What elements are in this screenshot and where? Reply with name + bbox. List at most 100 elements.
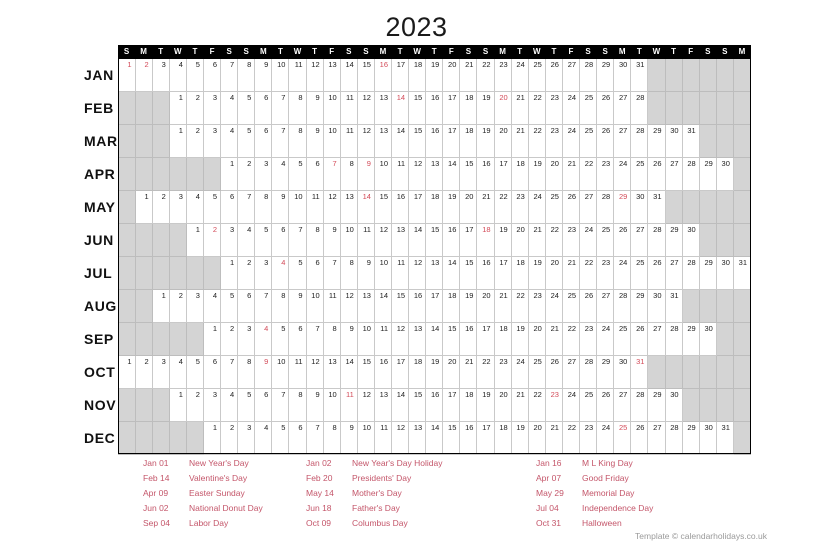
day-cell-feb-10[interactable]: 10 bbox=[322, 91, 341, 125]
day-cell-sep-11[interactable]: 11 bbox=[373, 322, 393, 356]
day-cell-aug-16[interactable]: 16 bbox=[408, 289, 427, 323]
day-cell-sep-15[interactable]: 15 bbox=[442, 322, 461, 356]
day-cell-jul-21[interactable]: 21 bbox=[561, 256, 581, 290]
day-cell-aug-26[interactable]: 26 bbox=[579, 289, 598, 323]
day-cell-jan-24[interactable]: 24 bbox=[510, 58, 529, 92]
day-cell-oct-17[interactable]: 17 bbox=[390, 355, 410, 389]
day-cell-jul-18[interactable]: 18 bbox=[510, 256, 529, 290]
day-cell-jun-20[interactable]: 20 bbox=[510, 223, 529, 257]
day-cell-jul-15[interactable]: 15 bbox=[459, 256, 478, 290]
day-cell-may-11[interactable]: 11 bbox=[305, 190, 324, 224]
day-cell-jan-1[interactable]: 1 bbox=[117, 58, 136, 92]
day-cell-jan-25[interactable]: 25 bbox=[527, 58, 546, 92]
day-cell-sep-25[interactable]: 25 bbox=[613, 322, 632, 356]
day-cell-sep-24[interactable]: 24 bbox=[596, 322, 615, 356]
day-cell-nov-11[interactable]: 11 bbox=[339, 388, 358, 422]
day-cell-jul-1[interactable]: 1 bbox=[220, 256, 239, 290]
day-cell-sep-10[interactable]: 10 bbox=[356, 322, 375, 356]
day-cell-jul-26[interactable]: 26 bbox=[647, 256, 666, 290]
day-cell-jul-28[interactable]: 28 bbox=[681, 256, 700, 290]
day-cell-may-13[interactable]: 13 bbox=[339, 190, 358, 224]
day-cell-feb-24[interactable]: 24 bbox=[561, 91, 581, 125]
day-cell-nov-2[interactable]: 2 bbox=[185, 388, 204, 422]
day-cell-jul-30[interactable]: 30 bbox=[715, 256, 734, 290]
day-cell-jan-4[interactable]: 4 bbox=[168, 58, 187, 92]
day-cell-feb-4[interactable]: 4 bbox=[220, 91, 239, 125]
day-cell-apr-1[interactable]: 1 bbox=[220, 157, 239, 191]
day-cell-jun-24[interactable]: 24 bbox=[579, 223, 598, 257]
day-cell-may-6[interactable]: 6 bbox=[220, 190, 239, 224]
day-cell-aug-30[interactable]: 30 bbox=[647, 289, 666, 323]
day-cell-jan-13[interactable]: 13 bbox=[322, 58, 341, 92]
day-cell-jul-23[interactable]: 23 bbox=[596, 256, 615, 290]
day-cell-feb-1[interactable]: 1 bbox=[168, 91, 187, 125]
day-cell-sep-4[interactable]: 4 bbox=[254, 322, 273, 356]
day-cell-oct-30[interactable]: 30 bbox=[613, 355, 632, 389]
day-cell-sep-13[interactable]: 13 bbox=[408, 322, 427, 356]
day-cell-apr-24[interactable]: 24 bbox=[613, 157, 632, 191]
day-cell-may-30[interactable]: 30 bbox=[630, 190, 649, 224]
day-cell-mar-24[interactable]: 24 bbox=[561, 124, 581, 158]
day-cell-nov-24[interactable]: 24 bbox=[561, 388, 581, 422]
day-cell-may-22[interactable]: 22 bbox=[493, 190, 512, 224]
day-cell-dec-14[interactable]: 14 bbox=[425, 421, 444, 455]
day-cell-sep-30[interactable]: 30 bbox=[698, 322, 717, 356]
day-cell-dec-2[interactable]: 2 bbox=[220, 421, 239, 455]
day-cell-mar-17[interactable]: 17 bbox=[442, 124, 461, 158]
day-cell-mar-28[interactable]: 28 bbox=[630, 124, 649, 158]
day-cell-jul-4[interactable]: 4 bbox=[271, 256, 290, 290]
day-cell-sep-18[interactable]: 18 bbox=[493, 322, 512, 356]
day-cell-feb-25[interactable]: 25 bbox=[579, 91, 598, 125]
day-cell-dec-19[interactable]: 19 bbox=[510, 421, 529, 455]
day-cell-apr-6[interactable]: 6 bbox=[305, 157, 324, 191]
day-cell-oct-5[interactable]: 5 bbox=[185, 355, 204, 389]
day-cell-jul-10[interactable]: 10 bbox=[373, 256, 393, 290]
day-cell-jun-8[interactable]: 8 bbox=[305, 223, 324, 257]
day-cell-feb-21[interactable]: 21 bbox=[510, 91, 529, 125]
day-cell-mar-20[interactable]: 20 bbox=[493, 124, 512, 158]
day-cell-nov-30[interactable]: 30 bbox=[664, 388, 683, 422]
day-cell-dec-4[interactable]: 4 bbox=[254, 421, 273, 455]
day-cell-jun-7[interactable]: 7 bbox=[288, 223, 307, 257]
day-cell-jun-13[interactable]: 13 bbox=[390, 223, 410, 257]
day-cell-nov-12[interactable]: 12 bbox=[356, 388, 375, 422]
day-cell-sep-1[interactable]: 1 bbox=[202, 322, 222, 356]
day-cell-jun-9[interactable]: 9 bbox=[322, 223, 341, 257]
day-cell-may-20[interactable]: 20 bbox=[459, 190, 478, 224]
day-cell-aug-27[interactable]: 27 bbox=[596, 289, 615, 323]
day-cell-dec-6[interactable]: 6 bbox=[288, 421, 307, 455]
day-cell-may-15[interactable]: 15 bbox=[373, 190, 393, 224]
day-cell-dec-15[interactable]: 15 bbox=[442, 421, 461, 455]
day-cell-nov-29[interactable]: 29 bbox=[647, 388, 666, 422]
day-cell-nov-20[interactable]: 20 bbox=[493, 388, 512, 422]
day-cell-apr-26[interactable]: 26 bbox=[647, 157, 666, 191]
day-cell-mar-21[interactable]: 21 bbox=[510, 124, 529, 158]
day-cell-may-21[interactable]: 21 bbox=[476, 190, 495, 224]
day-cell-feb-17[interactable]: 17 bbox=[442, 91, 461, 125]
day-cell-nov-19[interactable]: 19 bbox=[476, 388, 495, 422]
day-cell-jan-14[interactable]: 14 bbox=[339, 58, 358, 92]
day-cell-nov-8[interactable]: 8 bbox=[288, 388, 307, 422]
day-cell-dec-31[interactable]: 31 bbox=[715, 421, 734, 455]
day-cell-jul-14[interactable]: 14 bbox=[442, 256, 461, 290]
day-cell-jun-2[interactable]: 2 bbox=[202, 223, 222, 257]
day-cell-apr-23[interactable]: 23 bbox=[596, 157, 615, 191]
day-cell-may-19[interactable]: 19 bbox=[442, 190, 461, 224]
day-cell-jan-8[interactable]: 8 bbox=[237, 58, 256, 92]
day-cell-sep-14[interactable]: 14 bbox=[425, 322, 444, 356]
day-cell-jan-21[interactable]: 21 bbox=[459, 58, 478, 92]
day-cell-dec-26[interactable]: 26 bbox=[630, 421, 649, 455]
day-cell-apr-14[interactable]: 14 bbox=[442, 157, 461, 191]
day-cell-may-17[interactable]: 17 bbox=[408, 190, 427, 224]
day-cell-oct-13[interactable]: 13 bbox=[322, 355, 341, 389]
day-cell-mar-10[interactable]: 10 bbox=[322, 124, 341, 158]
day-cell-feb-5[interactable]: 5 bbox=[237, 91, 256, 125]
day-cell-oct-25[interactable]: 25 bbox=[527, 355, 546, 389]
day-cell-jun-5[interactable]: 5 bbox=[254, 223, 273, 257]
day-cell-nov-18[interactable]: 18 bbox=[459, 388, 478, 422]
day-cell-sep-5[interactable]: 5 bbox=[271, 322, 290, 356]
day-cell-sep-26[interactable]: 26 bbox=[630, 322, 649, 356]
day-cell-apr-18[interactable]: 18 bbox=[510, 157, 529, 191]
day-cell-apr-22[interactable]: 22 bbox=[579, 157, 598, 191]
day-cell-sep-17[interactable]: 17 bbox=[476, 322, 495, 356]
